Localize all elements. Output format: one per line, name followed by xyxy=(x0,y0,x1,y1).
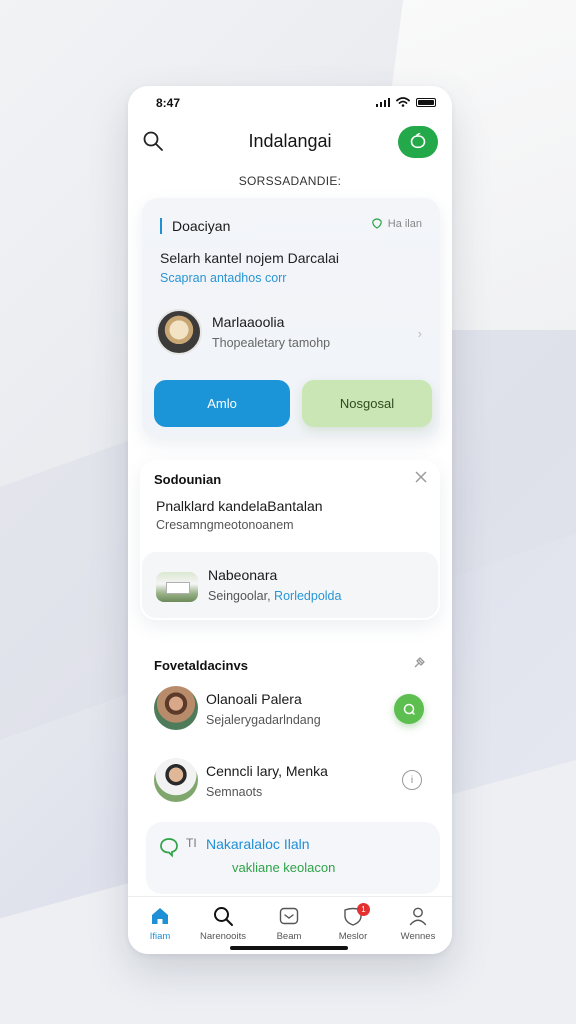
item-subtitle: Seingoolar, Rorledpolda xyxy=(208,589,341,603)
contact-avatar xyxy=(154,686,198,730)
profile-icon xyxy=(409,907,427,926)
house-thumbnail xyxy=(156,572,198,602)
card-subtext: Cresamngmeotonoanem xyxy=(156,518,294,532)
inbox-icon xyxy=(279,907,299,925)
contact-avatar xyxy=(154,758,198,802)
item-subtitle-text: Seingoolar, xyxy=(208,589,271,603)
tab-label: Wennes xyxy=(400,931,436,942)
info-icon[interactable]: i xyxy=(402,770,422,790)
heart-chat-icon xyxy=(371,218,382,229)
suggestion-card: Sodounian Pnalklard kandelaBantalan Cres… xyxy=(140,460,440,620)
item-name: Marlaaoolia xyxy=(212,314,285,330)
food-thumbnail xyxy=(156,309,202,355)
contact-row[interactable]: Olanoali Palera Sejalerygadarlndang xyxy=(154,686,440,736)
close-icon[interactable] xyxy=(414,470,428,484)
tab-messages[interactable]: 1 Meslor xyxy=(321,903,385,942)
battery-icon xyxy=(416,97,436,107)
chat-button[interactable] xyxy=(398,126,438,158)
tab-bar: Ifiam Narenooits Beam 1 Meslor Wennes xyxy=(128,896,452,954)
featured-card: Doaciyan Ha ilan Selarh kantel nojem Dar… xyxy=(142,198,440,438)
tab-home[interactable]: Ifiam xyxy=(128,905,192,942)
notification-badge: 1 xyxy=(357,903,370,916)
search-icon xyxy=(214,907,233,926)
home-indicator xyxy=(230,946,348,950)
promo-title: Nakaralaloc Ilaln xyxy=(206,836,310,852)
card-title: Sodounian xyxy=(154,472,222,487)
primary-button[interactable]: Amlo xyxy=(154,380,290,427)
tab-label: Ifiam xyxy=(149,931,171,942)
status-icons xyxy=(375,97,436,107)
phone-screen: 8:47 Indalangai SORSSADANDIE: Doaciyan H… xyxy=(128,86,452,954)
chat-bubble-icon xyxy=(403,703,415,715)
promo-subtitle: vakliane keolacon xyxy=(232,860,336,875)
promo-tag: TI xyxy=(186,836,197,850)
contact-subtitle: Sejalerygadarlndang xyxy=(206,713,321,727)
card-meta-text: Ha ilan xyxy=(387,218,422,230)
home-icon xyxy=(152,908,168,924)
pin-icon[interactable] xyxy=(412,656,426,670)
signal-icon xyxy=(375,97,390,107)
chat-heart-icon xyxy=(160,838,178,858)
contact-name: Olanoali Palera xyxy=(206,691,302,707)
card-text: Pnalklard kandelaBantalan xyxy=(156,498,323,514)
favorites-card: Fovetaldacinvs Olanoali Palera Sejaleryg… xyxy=(140,646,440,816)
list-item[interactable]: Nabeonara Seingoolar, Rorledpolda xyxy=(142,552,438,618)
item-subtitle: Thopealetary tamohp xyxy=(212,336,331,350)
list-item[interactable]: Marlaaoolia Thopealetary tamohp › xyxy=(156,308,428,360)
contact-subtitle: Semnaots xyxy=(206,785,263,799)
secondary-button[interactable]: Nosgosal xyxy=(302,380,432,427)
app-header: Indalangai xyxy=(128,122,452,162)
chat-action-button[interactable] xyxy=(394,694,424,724)
item-name: Nabeonara xyxy=(208,567,278,583)
card-meta: Ha ilan xyxy=(371,218,422,230)
tab-search[interactable]: Narenooits xyxy=(191,905,255,942)
promo-banner[interactable]: TI Nakaralaloc Ilaln vakliane keolacon xyxy=(146,822,440,894)
contact-name: Cenncli lary, Menka xyxy=(206,763,328,779)
card-title: Fovetaldacinvs xyxy=(154,658,248,673)
card-link[interactable]: Scapran antadhos corr xyxy=(160,271,286,285)
card-title: Doaciyan xyxy=(160,218,230,234)
tab-label: Narenooits xyxy=(200,931,246,942)
status-time: 8:47 xyxy=(156,96,181,110)
contact-row[interactable]: Cenncli lary, Menka Semnaots i xyxy=(154,758,440,808)
chevron-right-icon: › xyxy=(417,326,422,341)
tab-label: Beam xyxy=(276,931,302,942)
status-bar: 8:47 xyxy=(128,86,452,120)
wifi-icon xyxy=(396,97,410,107)
tab-profile[interactable]: Wennes xyxy=(386,905,450,942)
card-text: Selarh kantel nojem Darcalai xyxy=(160,250,339,266)
chat-bubble-icon xyxy=(410,133,426,149)
tab-label: Meslor xyxy=(338,931,368,942)
section-caption: SORSSADANDIE: xyxy=(238,174,342,188)
tab-inbox[interactable]: Beam xyxy=(257,905,321,942)
item-subtitle-link[interactable]: Rorledpolda xyxy=(274,589,341,603)
